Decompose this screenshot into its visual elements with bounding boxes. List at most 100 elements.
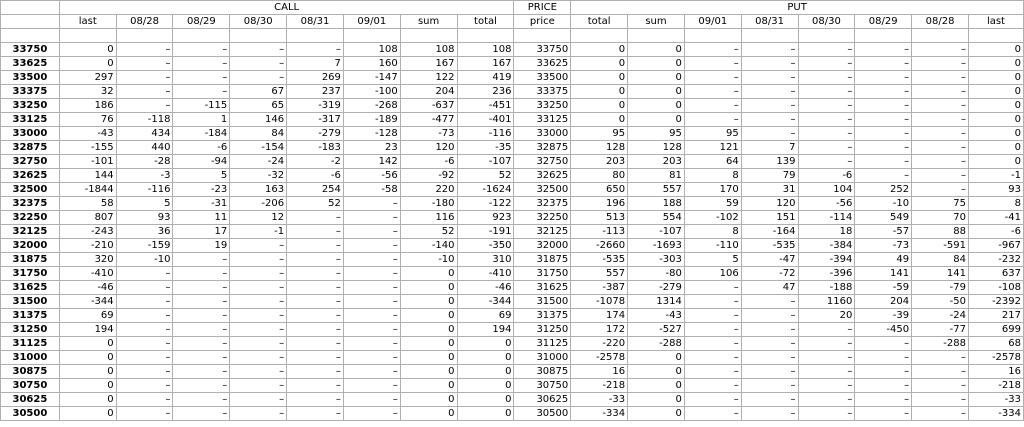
put-cell[interactable]: – bbox=[854, 56, 913, 71]
call-cell[interactable]: – bbox=[229, 252, 288, 267]
put-cell[interactable]: -47 bbox=[740, 252, 799, 267]
price-cell[interactable]: 32625 bbox=[513, 168, 572, 183]
call-cell[interactable]: 0 bbox=[399, 308, 458, 323]
call-cell[interactable]: -100 bbox=[342, 84, 401, 99]
call-cell[interactable]: -3 bbox=[115, 168, 174, 183]
call-cell[interactable]: 52 bbox=[456, 168, 515, 183]
call-cell[interactable]: – bbox=[172, 42, 231, 57]
call-cell[interactable]: -159 bbox=[115, 238, 174, 253]
price-cell[interactable]: 33250 bbox=[513, 98, 572, 113]
strike-cell[interactable]: 32500 bbox=[0, 182, 60, 197]
put-cell[interactable]: – bbox=[854, 350, 913, 365]
call-cell[interactable]: -24 bbox=[229, 154, 288, 169]
put-cell[interactable]: – bbox=[740, 350, 799, 365]
put-cell[interactable]: – bbox=[797, 42, 856, 57]
put-cell[interactable]: 84 bbox=[911, 252, 969, 267]
call-cell[interactable]: 167 bbox=[456, 56, 515, 71]
put-cell[interactable]: -527 bbox=[627, 322, 685, 337]
call-cell[interactable]: -116 bbox=[115, 182, 174, 197]
call-cell[interactable]: 108 bbox=[342, 42, 401, 57]
call-cell[interactable]: 76 bbox=[58, 112, 117, 127]
call-cell[interactable]: -350 bbox=[456, 238, 515, 253]
put-cell[interactable]: – bbox=[911, 56, 969, 71]
put-cell[interactable]: 203 bbox=[627, 154, 685, 169]
call-cell[interactable]: 204 bbox=[399, 84, 458, 99]
strike-cell[interactable]: 32750 bbox=[0, 154, 60, 169]
put-cell[interactable]: -288 bbox=[911, 336, 969, 351]
call-cell[interactable]: 186 bbox=[58, 98, 117, 113]
put-cell[interactable]: -218 bbox=[570, 378, 629, 393]
call-cell[interactable]: – bbox=[342, 392, 401, 407]
put-cell[interactable]: 196 bbox=[570, 196, 629, 211]
strike-cell[interactable]: 33000 bbox=[0, 126, 60, 141]
call-cell[interactable]: – bbox=[342, 252, 401, 267]
put-cell[interactable]: -114 bbox=[797, 210, 856, 225]
call-cell[interactable]: – bbox=[342, 406, 401, 421]
call-cell[interactable]: -344 bbox=[58, 294, 117, 309]
put-cell[interactable]: – bbox=[854, 98, 913, 113]
call-cell[interactable]: -116 bbox=[456, 126, 515, 141]
call-cell[interactable]: – bbox=[286, 238, 344, 253]
call-cell[interactable]: – bbox=[342, 224, 401, 239]
call-cell[interactable]: -268 bbox=[342, 98, 401, 113]
put-cell[interactable]: – bbox=[854, 70, 913, 85]
put-cell[interactable]: -33 bbox=[967, 392, 1024, 407]
call-cell[interactable]: -180 bbox=[399, 196, 458, 211]
call-cell[interactable]: 419 bbox=[456, 70, 515, 85]
call-cell[interactable]: -58 bbox=[342, 182, 401, 197]
call-cell[interactable]: – bbox=[172, 266, 231, 281]
put-cell[interactable]: – bbox=[683, 70, 742, 85]
call-cell[interactable]: 17 bbox=[172, 224, 231, 239]
put-cell[interactable]: – bbox=[797, 126, 856, 141]
call-cell[interactable]: 0 bbox=[456, 364, 515, 379]
call-cell[interactable]: – bbox=[286, 280, 344, 295]
price-cell[interactable]: 31875 bbox=[513, 252, 572, 267]
call-cell[interactable]: -23 bbox=[172, 182, 231, 197]
price-cell[interactable]: 31375 bbox=[513, 308, 572, 323]
call-cell[interactable]: -210 bbox=[58, 238, 117, 253]
put-cell[interactable]: 16 bbox=[570, 364, 629, 379]
call-cell[interactable]: -46 bbox=[58, 280, 117, 295]
put-cell[interactable]: 75 bbox=[911, 196, 969, 211]
call-cell[interactable]: – bbox=[115, 294, 174, 309]
price-cell[interactable]: 33000 bbox=[513, 126, 572, 141]
put-cell[interactable]: -535 bbox=[570, 252, 629, 267]
put-cell[interactable]: 699 bbox=[967, 322, 1024, 337]
put-cell[interactable]: -535 bbox=[740, 238, 799, 253]
call-cell[interactable]: – bbox=[172, 56, 231, 71]
call-cell[interactable]: – bbox=[229, 308, 288, 323]
call-cell[interactable]: -101 bbox=[58, 154, 117, 169]
put-cell[interactable]: -188 bbox=[797, 280, 856, 295]
call-cell[interactable]: – bbox=[115, 266, 174, 281]
call-cell[interactable]: – bbox=[115, 350, 174, 365]
put-cell[interactable]: – bbox=[740, 126, 799, 141]
put-cell[interactable]: -113 bbox=[570, 224, 629, 239]
call-cell[interactable]: 923 bbox=[456, 210, 515, 225]
call-cell[interactable]: -206 bbox=[229, 196, 288, 211]
put-cell[interactable]: – bbox=[797, 350, 856, 365]
put-cell[interactable]: – bbox=[854, 154, 913, 169]
put-cell[interactable]: 0 bbox=[627, 84, 685, 99]
put-cell[interactable]: -102 bbox=[683, 210, 742, 225]
put-cell[interactable]: – bbox=[683, 406, 742, 421]
put-cell[interactable]: – bbox=[740, 56, 799, 71]
put-cell[interactable]: 0 bbox=[570, 84, 629, 99]
price-cell[interactable]: 30625 bbox=[513, 392, 572, 407]
call-cell[interactable]: -344 bbox=[456, 294, 515, 309]
put-cell[interactable]: -56 bbox=[797, 196, 856, 211]
call-cell[interactable]: – bbox=[115, 378, 174, 393]
call-cell[interactable]: 0 bbox=[58, 378, 117, 393]
call-col-header[interactable]: 08/30 bbox=[229, 14, 288, 29]
put-cell[interactable]: – bbox=[911, 70, 969, 85]
options-spreadsheet[interactable]: CALL PRICE PUT last 08/28 08/29 08/30 08/31 0… bbox=[0, 0, 1024, 421]
put-cell[interactable]: -72 bbox=[740, 266, 799, 281]
call-cell[interactable]: – bbox=[286, 42, 344, 57]
call-cell[interactable]: -477 bbox=[399, 112, 458, 127]
put-cell[interactable]: 1314 bbox=[627, 294, 685, 309]
call-cell[interactable]: 0 bbox=[456, 406, 515, 421]
put-cell[interactable]: 95 bbox=[627, 126, 685, 141]
call-cell[interactable]: 0 bbox=[399, 406, 458, 421]
call-cell[interactable]: – bbox=[342, 378, 401, 393]
put-cell[interactable]: – bbox=[797, 154, 856, 169]
put-cell[interactable]: – bbox=[911, 392, 969, 407]
